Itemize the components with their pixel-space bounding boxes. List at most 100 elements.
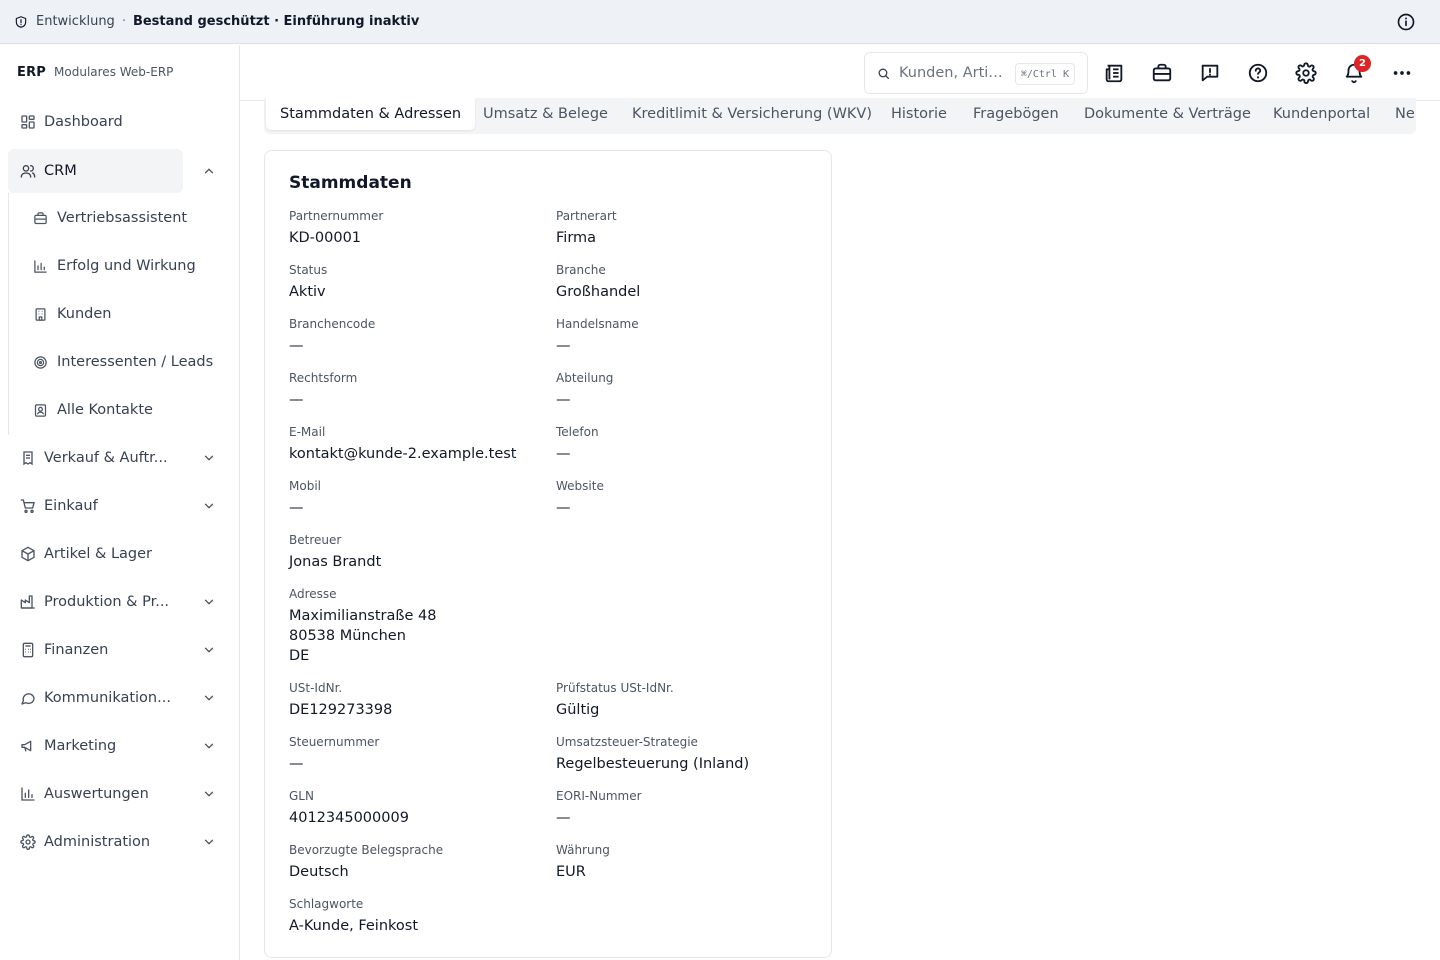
sidebar-item-auswertungen[interactable]: Auswertungen (8, 772, 232, 816)
chevron-down-icon[interactable] (202, 499, 216, 513)
gear-icon (20, 834, 36, 850)
sidebar-item-finanzen[interactable]: Finanzen (8, 628, 232, 672)
field-label: Abteilung (556, 371, 614, 385)
chevron-down-icon[interactable] (202, 643, 216, 657)
sidebar-subitem-vertriebsassistent[interactable]: Vertriebsassistent (24, 196, 224, 240)
users-icon (20, 163, 36, 179)
field-label: Steuernummer (289, 735, 380, 749)
settings-icon[interactable] (1294, 61, 1318, 85)
field-label: Partnernummer (289, 209, 384, 223)
field-label: Status (289, 263, 328, 277)
tab-overflow[interactable]: Ne (1395, 98, 1415, 130)
feedback-icon[interactable] (1198, 61, 1222, 85)
sidebar-item-dashboard[interactable]: Dashboard (8, 100, 232, 144)
tab-stammdaten[interactable]: Stammdaten & Adressen (266, 98, 476, 130)
chevron-down-icon[interactable] (202, 595, 216, 609)
field-schlagworte: Schlagworte A-Kunde, Feinkost (289, 896, 418, 936)
sidebar-item-crm[interactable]: CRM (8, 149, 214, 193)
field-label: USt-IdNr. (289, 681, 343, 695)
field-value: Regelbesteuerung (Inland) (556, 756, 750, 772)
tab-frageboegen[interactable]: Fragebögen (973, 98, 1059, 130)
tab-dokumente[interactable]: Dokumente & Verträge (1084, 98, 1251, 130)
field-value: — (556, 500, 571, 516)
sidebar-item-label: Marketing (44, 738, 117, 754)
banner-separator: · (121, 14, 126, 29)
field-value: — (289, 500, 304, 516)
sidebar-subitem-label: Erfolg und Wirkung (57, 258, 196, 274)
field-value: Aktiv (289, 284, 326, 300)
shield-icon (14, 15, 28, 29)
field-partnerart: Partnerart Firma (556, 208, 617, 248)
environment-label: Entwicklung (36, 14, 115, 29)
chevron-down-icon[interactable] (202, 451, 216, 465)
chevron-down-icon[interactable] (202, 739, 216, 753)
contact-card-icon (33, 403, 48, 418)
more-options-icon[interactable] (1390, 61, 1414, 85)
address-line-street: Maximilianstraße 48 (289, 608, 437, 624)
sidebar-item-administration[interactable]: Administration (8, 820, 232, 864)
field-value: — (556, 810, 571, 826)
field-label: Prüfstatus USt-IdNr. (556, 681, 674, 695)
sidebar: ERP Modulares Web-ERP Dashboard CRM Vert… (0, 45, 240, 960)
field-value[interactable]: kontakt@kunde-2.example.test (289, 444, 516, 464)
bar-chart-icon (20, 786, 36, 802)
tab-kundenportal[interactable]: Kundenportal (1273, 98, 1370, 130)
field-waehrung: Währung EUR (556, 842, 610, 882)
notification-badge: 2 (1354, 55, 1371, 72)
field-value: — (556, 338, 571, 354)
cart-icon (20, 498, 36, 514)
sidebar-subitem-erfolg[interactable]: Erfolg und Wirkung (24, 244, 224, 288)
field-rechtsform: Rechtsform — (289, 370, 357, 410)
field-belegsprache: Bevorzugte Belegsprache Deutsch (289, 842, 443, 882)
sidebar-item-artikel[interactable]: Artikel & Lager (8, 532, 232, 576)
info-icon[interactable] (1396, 12, 1416, 32)
field-label: Adresse (289, 587, 337, 601)
field-value: — (289, 338, 304, 354)
brand[interactable]: ERP Modulares Web-ERP (17, 65, 173, 80)
field-steuernummer: Steuernummer — (289, 734, 379, 774)
tab-umsatz[interactable]: Umsatz & Belege (483, 98, 608, 130)
sidebar-subitem-label: Vertriebsassistent (57, 210, 188, 226)
chevron-up-icon[interactable] (202, 164, 216, 178)
global-search[interactable]: Kunden, Artik... ⌘/Ctrl K (864, 52, 1088, 94)
field-eori: EORI-Nummer — (556, 788, 642, 828)
sidebar-subitem-leads[interactable]: Interessenten / Leads (24, 340, 224, 384)
tab-historie[interactable]: Historie (891, 98, 947, 130)
field-label: Rechtsform (289, 371, 358, 385)
sidebar-item-label: CRM (44, 163, 77, 179)
tab-kreditlimit[interactable]: Kreditlimit & Versicherung (WKV) (632, 98, 872, 130)
news-icon[interactable] (1102, 61, 1126, 85)
sidebar-item-produktion[interactable]: Produktion & Pr... (8, 580, 232, 624)
customer-tabs: Stammdaten & Adressen Umsatz & Belege Kr… (264, 98, 1416, 134)
field-label: Partnerart (556, 209, 617, 223)
sidebar-item-kommunikation[interactable]: Kommunikation... (8, 676, 232, 720)
field-value: Deutsch (289, 864, 349, 880)
field-status: Status Aktiv (289, 262, 327, 302)
sidebar-item-marketing[interactable]: Marketing (8, 724, 232, 768)
building-icon (33, 307, 48, 322)
field-value: KD-00001 (289, 230, 362, 246)
chevron-down-icon[interactable] (202, 835, 216, 849)
field-handelsname: Handelsname — (556, 316, 639, 356)
calculator-icon (20, 642, 36, 658)
field-telefon: Telefon — (556, 424, 599, 464)
sidebar-item-einkauf[interactable]: Einkauf (8, 484, 232, 528)
sidebar-subitem-label: Alle Kontakte (57, 402, 153, 418)
briefcase-icon[interactable] (1150, 61, 1174, 85)
briefcase-icon (33, 211, 48, 226)
sidebar-item-label: Auswertungen (44, 786, 149, 802)
factory-icon (20, 594, 36, 610)
stammdaten-card: Stammdaten Partnernummer KD-00001 Partne… (264, 150, 832, 958)
help-icon[interactable] (1246, 61, 1270, 85)
chevron-down-icon[interactable] (202, 691, 216, 705)
sidebar-subitem-kontakte[interactable]: Alle Kontakte (24, 388, 224, 432)
field-value: EUR (556, 864, 586, 880)
search-input[interactable]: Kunden, Artik... (899, 65, 1009, 81)
sidebar-subitem-kunden[interactable]: Kunden (24, 292, 224, 336)
receipt-icon (20, 450, 36, 466)
sidebar-item-verkauf[interactable]: Verkauf & Auftr... (8, 436, 232, 480)
search-shortcut-hint: ⌘/Ctrl K (1014, 63, 1075, 85)
chevron-down-icon[interactable] (202, 787, 216, 801)
sidebar-item-label: Produktion & Pr... (44, 594, 170, 610)
field-label: Mobil (289, 479, 321, 493)
